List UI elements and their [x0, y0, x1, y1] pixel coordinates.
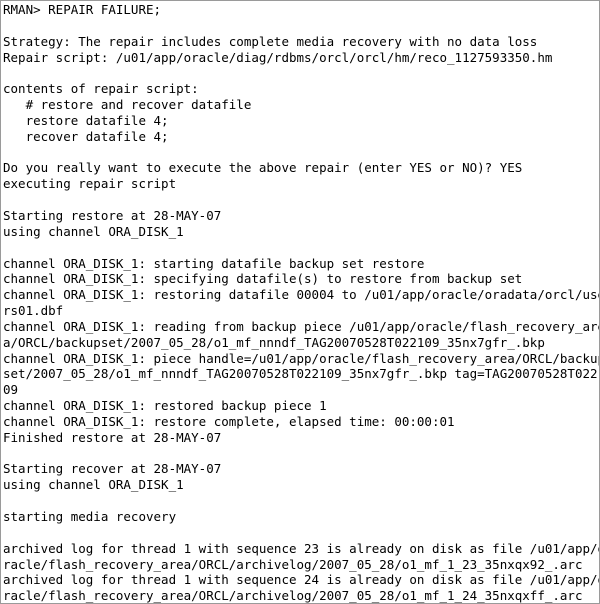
- terminal-line: using channel ORA_DISK_1: [3, 477, 184, 493]
- terminal-line: set/2007_05_28/o1_mf_nnndf_TAG20070528T0…: [3, 366, 599, 382]
- terminal-line: channel ORA_DISK_1: reading from backup …: [3, 318, 599, 334]
- terminal-line: channel ORA_DISK_1: piece handle=/u01/ap…: [3, 350, 599, 366]
- terminal-line: Starting restore at 28-MAY-07: [3, 207, 222, 223]
- terminal-line: using channel ORA_DISK_1: [3, 223, 184, 239]
- terminal-output: RMAN> REPAIR FAILURE; Strategy: The repa…: [3, 2, 599, 604]
- terminal-line: recover datafile 4;: [3, 128, 169, 144]
- terminal-line: # restore and recover datafile: [3, 97, 252, 113]
- terminal-line: channel ORA_DISK_1: specifying datafile(…: [3, 271, 523, 287]
- terminal-line: Starting recover at 28-MAY-07: [3, 461, 222, 477]
- terminal-line: 09: [3, 382, 19, 398]
- terminal-line: RMAN> REPAIR FAILURE;: [3, 2, 162, 17]
- terminal-line: restore datafile 4;: [3, 112, 169, 128]
- terminal-line: starting media recovery: [3, 509, 177, 524]
- terminal-line: Repair script: /u01/app/oracle/diag/rdbm…: [3, 49, 553, 65]
- terminal-line: a/ORCL/backupset/2007_05_28/o1_mf_nnndf_…: [3, 334, 545, 350]
- terminal-line: racle/flash_recovery_area/ORCL/archivelo…: [3, 588, 583, 604]
- terminal-line: Strategy: The repair includes complete m…: [3, 33, 538, 49]
- terminal-window[interactable]: RMAN> REPAIR FAILURE; Strategy: The repa…: [0, 0, 600, 604]
- terminal-line: channel ORA_DISK_1: restore complete, el…: [3, 413, 455, 429]
- terminal-line: Do you really want to execute the above …: [3, 160, 523, 176]
- terminal-line: rs01.dbf: [3, 303, 64, 319]
- terminal-line: channel ORA_DISK_1: restored backup piec…: [3, 398, 327, 414]
- terminal-line: channel ORA_DISK_1: restoring datafile 0…: [3, 287, 599, 303]
- terminal-line: archived log for thread 1 with sequence …: [3, 572, 599, 588]
- terminal-line: contents of repair script:: [3, 81, 199, 97]
- terminal-line: Finished restore at 28-MAY-07: [3, 429, 222, 445]
- terminal-line: archived log for thread 1 with sequence …: [3, 540, 599, 556]
- terminal-line: racle/flash_recovery_area/ORCL/archivelo…: [3, 556, 583, 572]
- terminal-line: channel ORA_DISK_1: starting datafile ba…: [3, 255, 425, 271]
- terminal-line: executing repair script: [3, 176, 177, 192]
